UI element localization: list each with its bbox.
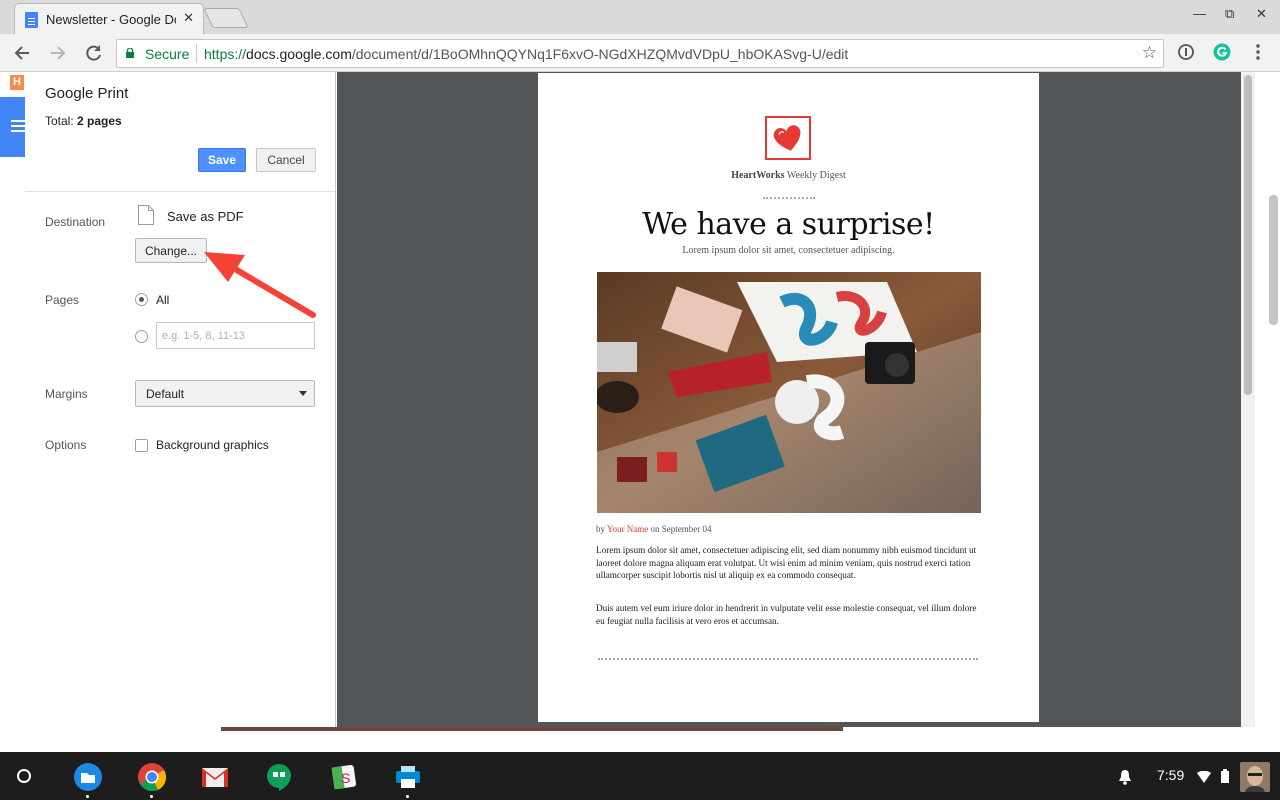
pages-all-label: All [156, 293, 170, 307]
print-divider [25, 191, 335, 192]
new-tab-button[interactable] [203, 8, 249, 28]
margins-select[interactable]: Default [135, 380, 315, 407]
pages-range-input[interactable] [156, 322, 315, 349]
margins-label: Margins [45, 387, 88, 401]
grammarly-icon[interactable] [1213, 43, 1231, 66]
docs-scroll-thumb[interactable] [1269, 195, 1278, 325]
svg-text:S: S [341, 770, 350, 786]
docs-logo-icon: H [10, 75, 24, 90]
destination-label: Destination [45, 215, 106, 229]
browser-toolbar: Secure https://docs.google.com/document/… [0, 34, 1280, 72]
chrome-icon[interactable] [138, 763, 167, 798]
tab-newsletter[interactable]: Newsletter - Google Docs ✕ [14, 3, 204, 34]
address-bar[interactable]: Secure https://docs.google.com/document/… [116, 39, 1164, 68]
running-indicator [86, 795, 89, 798]
maximize-button[interactable]: ⧉ [1225, 6, 1234, 22]
save-button[interactable]: Save [198, 148, 246, 172]
newsletter-subheadline: Lorem ipsum dolor sit amet, consectetuer… [682, 245, 895, 256]
menu-icon[interactable] [1252, 43, 1264, 66]
dotted-divider [763, 197, 815, 199]
secure-label: Secure [145, 46, 190, 62]
info-extension-icon[interactable] [1177, 43, 1195, 66]
newsletter-paragraph-2: Duis autem vel eum iriure dolor in hendr… [596, 603, 977, 626]
pages-custom-radio[interactable] [135, 330, 148, 343]
docs-right-edge [1255, 72, 1280, 727]
newsletter-paragraph-1: Lorem ipsum dolor sit amet, consectetuer… [596, 545, 977, 580]
gmail-icon[interactable] [201, 763, 229, 791]
reload-icon[interactable] [83, 42, 105, 64]
forward-icon[interactable] [47, 42, 69, 64]
close-window-button[interactable]: ✕ [1256, 6, 1267, 22]
print-total: Total: 2 pages [45, 114, 122, 128]
margins-value: Default [146, 387, 185, 401]
star-icon[interactable]: ☆ [1142, 43, 1157, 63]
slides-icon[interactable]: S [330, 763, 358, 791]
cancel-button[interactable]: Cancel [256, 148, 316, 172]
print-icon[interactable] [394, 763, 422, 798]
background-graphics-label: Background graphics [156, 438, 269, 452]
files-icon[interactable] [74, 763, 102, 798]
print-title: Google Print [45, 85, 129, 102]
notification-bell-icon[interactable] [1118, 769, 1132, 785]
destination-value: Save as PDF [167, 209, 244, 224]
tab-strip: Newsletter - Google Docs ✕ — ⧉ ✕ [0, 0, 1280, 34]
newsletter-brand: HeartWorks Weekly Digest [731, 170, 846, 181]
pages-label: Pages [45, 293, 80, 307]
tab-close-icon[interactable]: ✕ [183, 10, 194, 26]
wifi-icon[interactable] [1197, 771, 1211, 783]
print-sidebar: Google Print Total: 2 pages Save Cancel … [25, 72, 336, 727]
avatar[interactable] [1240, 762, 1270, 792]
tab-title: Newsletter - Google Docs [46, 12, 176, 27]
pages-all-radio[interactable] [135, 293, 148, 306]
minimize-button[interactable]: — [1193, 6, 1206, 21]
preview-page: HeartWorks Weekly Digest We have a surpr… [538, 73, 1039, 722]
newsletter-headline: We have a surprise! [642, 207, 935, 242]
running-indicator [406, 795, 409, 798]
clock[interactable]: 7:59 [1157, 767, 1184, 783]
chromeos-shelf: S 7:59 [0, 752, 1280, 800]
url-text[interactable]: https://docs.google.com/document/d/1BoOM… [204, 46, 848, 62]
docs-menu-icon[interactable] [0, 97, 25, 157]
docs-bottom-strip [0, 727, 1280, 752]
preview-scroll-thumb[interactable] [1244, 75, 1252, 395]
launcher-icon[interactable] [17, 769, 31, 783]
running-indicator [150, 795, 153, 798]
back-icon[interactable] [11, 42, 33, 64]
newsletter-hero-image [597, 272, 981, 513]
lock-icon [126, 48, 134, 58]
options-label: Options [45, 438, 87, 452]
newsletter-byline: by Your Name on September 04 [596, 524, 712, 534]
change-destination-button[interactable]: Change... [135, 238, 207, 263]
document-icon [138, 205, 154, 225]
background-graphics-checkbox[interactable] [135, 439, 148, 452]
dotted-divider [598, 658, 978, 660]
heart-logo-icon [765, 116, 811, 160]
hangouts-icon[interactable] [265, 763, 293, 791]
docs-favicon-icon [25, 12, 38, 28]
chevron-down-icon [299, 391, 307, 396]
address-separator [196, 44, 197, 63]
battery-icon[interactable] [1221, 769, 1229, 783]
